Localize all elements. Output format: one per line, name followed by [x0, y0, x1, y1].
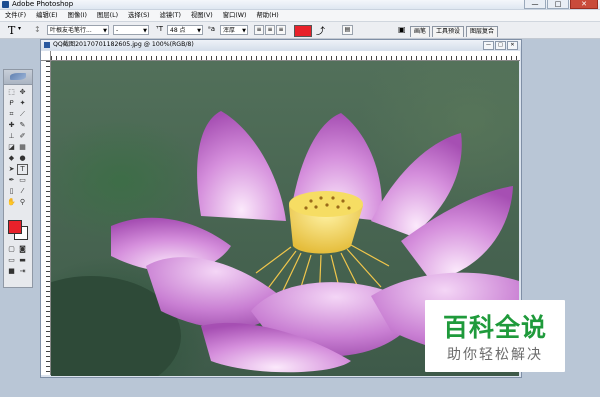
warp-text-icon[interactable]: ⤴: [316, 24, 325, 37]
tool-palette-modes: ▢ ◙ ▭ ▬ ■ ⇥: [6, 244, 30, 277]
tab-brushes-label: 画笔: [414, 28, 427, 35]
type-icon[interactable]: T: [17, 164, 28, 175]
chevron-down-icon: ▼: [242, 28, 246, 34]
antialias-icon: ᵃa: [208, 25, 216, 33]
gradient-icon[interactable]: ▦: [17, 142, 28, 153]
window-controls: — □ ✕: [523, 0, 598, 9]
title-bar: Adobe Photoshop — □ ✕: [0, 0, 600, 10]
magic-wand-icon[interactable]: ✦: [17, 98, 28, 109]
menu-view[interactable]: 视图(V): [186, 10, 218, 21]
tool-grid: ⬚ ✥ ᑭ ✦ ⌗ ⟋ ✚ ✎ ⊥ ✐ ◪ ▦ ◆ ● ➤ T ✒ ▭ ▯ ⁄ …: [6, 87, 30, 208]
tool-palette: ⬚ ✥ ᑭ ✦ ⌗ ⟋ ✚ ✎ ⊥ ✐ ◪ ▦ ◆ ● ➤ T ✒ ▭ ▯ ⁄ …: [3, 69, 33, 288]
healing-brush-icon[interactable]: ✚: [6, 120, 17, 131]
tab-tool-presets[interactable]: 工具预设: [432, 26, 465, 37]
antialias-value: 浑厚: [223, 27, 236, 34]
menu-window[interactable]: 窗口(W): [218, 10, 252, 21]
move-icon[interactable]: ✥: [17, 87, 28, 98]
dodge-icon[interactable]: ●: [17, 153, 28, 164]
crop-icon[interactable]: ⌗: [6, 109, 17, 120]
menu-layer[interactable]: 图层(L): [92, 10, 123, 21]
maximize-button[interactable]: □: [547, 0, 569, 9]
shape-icon[interactable]: ▭: [17, 175, 28, 186]
slice-icon[interactable]: ⟋: [17, 109, 28, 120]
menu-bar: 文件(F) 编辑(E) 图像(I) 图层(L) 选择(S) 滤镜(T) 视图(V…: [0, 10, 600, 22]
palette-well-icon: ▣: [398, 25, 406, 34]
doc-close-button[interactable]: ✕: [507, 41, 518, 50]
chevron-down-icon: ▼: [103, 28, 107, 34]
doc-maximize-button[interactable]: □: [495, 41, 506, 50]
font-family-value: 叶根友毛笔行...: [50, 27, 92, 34]
clone-stamp-icon[interactable]: ⊥: [6, 131, 17, 142]
options-bar: T ▾ ↕ 叶根友毛笔行... ▼ - ▼ ᵀT 48 点 ▼ ᵃa 浑厚 ▼ …: [0, 22, 600, 39]
chevron-down-icon: ▼: [197, 28, 201, 34]
close-button[interactable]: ✕: [570, 0, 598, 9]
tool-preset-arrow-icon[interactable]: ▾: [18, 25, 21, 32]
font-style-select[interactable]: - ▼: [113, 25, 149, 35]
standard-mode-icon[interactable]: ▢: [6, 244, 17, 255]
antialias-select[interactable]: 浑厚 ▼: [220, 25, 248, 35]
orientation-toggle-icon[interactable]: ↕: [34, 25, 41, 34]
text-color-swatch[interactable]: [294, 25, 312, 37]
font-style-value: -: [116, 27, 119, 34]
ruler-origin[interactable]: [41, 51, 51, 61]
watermark-subtitle: 助你轻松解决: [447, 347, 543, 363]
quick-mask-icon[interactable]: ◙: [17, 244, 28, 255]
horizontal-ruler[interactable]: [51, 51, 520, 61]
character-palette-button[interactable]: ▤: [342, 25, 353, 35]
tab-tool-presets-label: 工具预设: [436, 28, 461, 35]
jump-to-imageready-icon[interactable]: ⇥: [17, 266, 28, 277]
pen-icon[interactable]: ✒: [6, 175, 17, 186]
align-right-button[interactable]: ≡: [276, 25, 286, 35]
screen-mode-black-icon[interactable]: ■: [6, 266, 17, 277]
menu-file[interactable]: 文件(F): [0, 10, 31, 21]
menu-image[interactable]: 图像(I): [63, 10, 92, 21]
document-icon: [44, 42, 50, 48]
brush-icon[interactable]: ✎: [17, 120, 28, 131]
align-center-button[interactable]: ≡: [265, 25, 275, 35]
document-title: QQ截图20170701182605.jpg @ 100%(RGB/8): [53, 41, 194, 48]
menu-select[interactable]: 选择(S): [123, 10, 155, 21]
adobe-online-feather-icon[interactable]: [10, 73, 26, 80]
zoom-icon[interactable]: ⚲: [17, 197, 28, 208]
doc-minimize-button[interactable]: —: [483, 41, 494, 50]
chevron-down-icon: ▼: [143, 28, 147, 34]
app-title: Adobe Photoshop: [12, 0, 74, 8]
vertical-ruler[interactable]: [41, 61, 51, 375]
font-family-select[interactable]: 叶根友毛笔行... ▼: [47, 25, 109, 35]
document-window-controls: — □ ✕: [482, 41, 518, 50]
tab-layer-comps-label: 图层复合: [470, 28, 495, 35]
history-brush-icon[interactable]: ✐: [17, 131, 28, 142]
document-title-bar[interactable]: QQ截图20170701182605.jpg @ 100%(RGB/8) — □…: [41, 40, 521, 50]
petal-back-left: [197, 111, 286, 221]
path-select-icon[interactable]: ➤: [6, 164, 17, 175]
tab-layer-comps[interactable]: 图层复合: [466, 26, 499, 37]
font-size-select[interactable]: 48 点 ▼: [167, 25, 203, 35]
eraser-icon[interactable]: ◪: [6, 142, 17, 153]
notes-icon[interactable]: ▯: [6, 186, 17, 197]
align-left-button[interactable]: ≡: [254, 25, 264, 35]
screen-mode-standard-icon[interactable]: ▭: [6, 255, 17, 266]
font-size-value: 48 点: [170, 27, 186, 34]
minimize-button[interactable]: —: [524, 0, 546, 9]
photoshop-logo-icon: [2, 1, 9, 8]
menu-edit[interactable]: 编辑(E): [31, 10, 63, 21]
menu-help[interactable]: 帮助(H): [251, 10, 283, 21]
lasso-icon[interactable]: ᑭ: [6, 98, 17, 109]
tab-brushes[interactable]: 画笔: [410, 26, 431, 37]
foreground-color-swatch[interactable]: [8, 220, 22, 234]
menu-filter[interactable]: 滤镜(T): [155, 10, 186, 21]
watermark-title: 百科全说: [442, 313, 547, 342]
marquee-icon[interactable]: ⬚: [6, 87, 17, 98]
font-size-icon: ᵀT: [156, 25, 163, 33]
blur-icon[interactable]: ◆: [6, 153, 17, 164]
eyedropper-icon[interactable]: ⁄: [17, 186, 28, 197]
baike-watermark: 百科全说 助你轻松解决: [425, 300, 565, 372]
hand-icon[interactable]: ✋: [6, 197, 17, 208]
type-tool-icon[interactable]: T: [8, 24, 15, 37]
screen-mode-full-icon[interactable]: ▬: [17, 255, 28, 266]
tool-palette-header[interactable]: [4, 70, 32, 85]
